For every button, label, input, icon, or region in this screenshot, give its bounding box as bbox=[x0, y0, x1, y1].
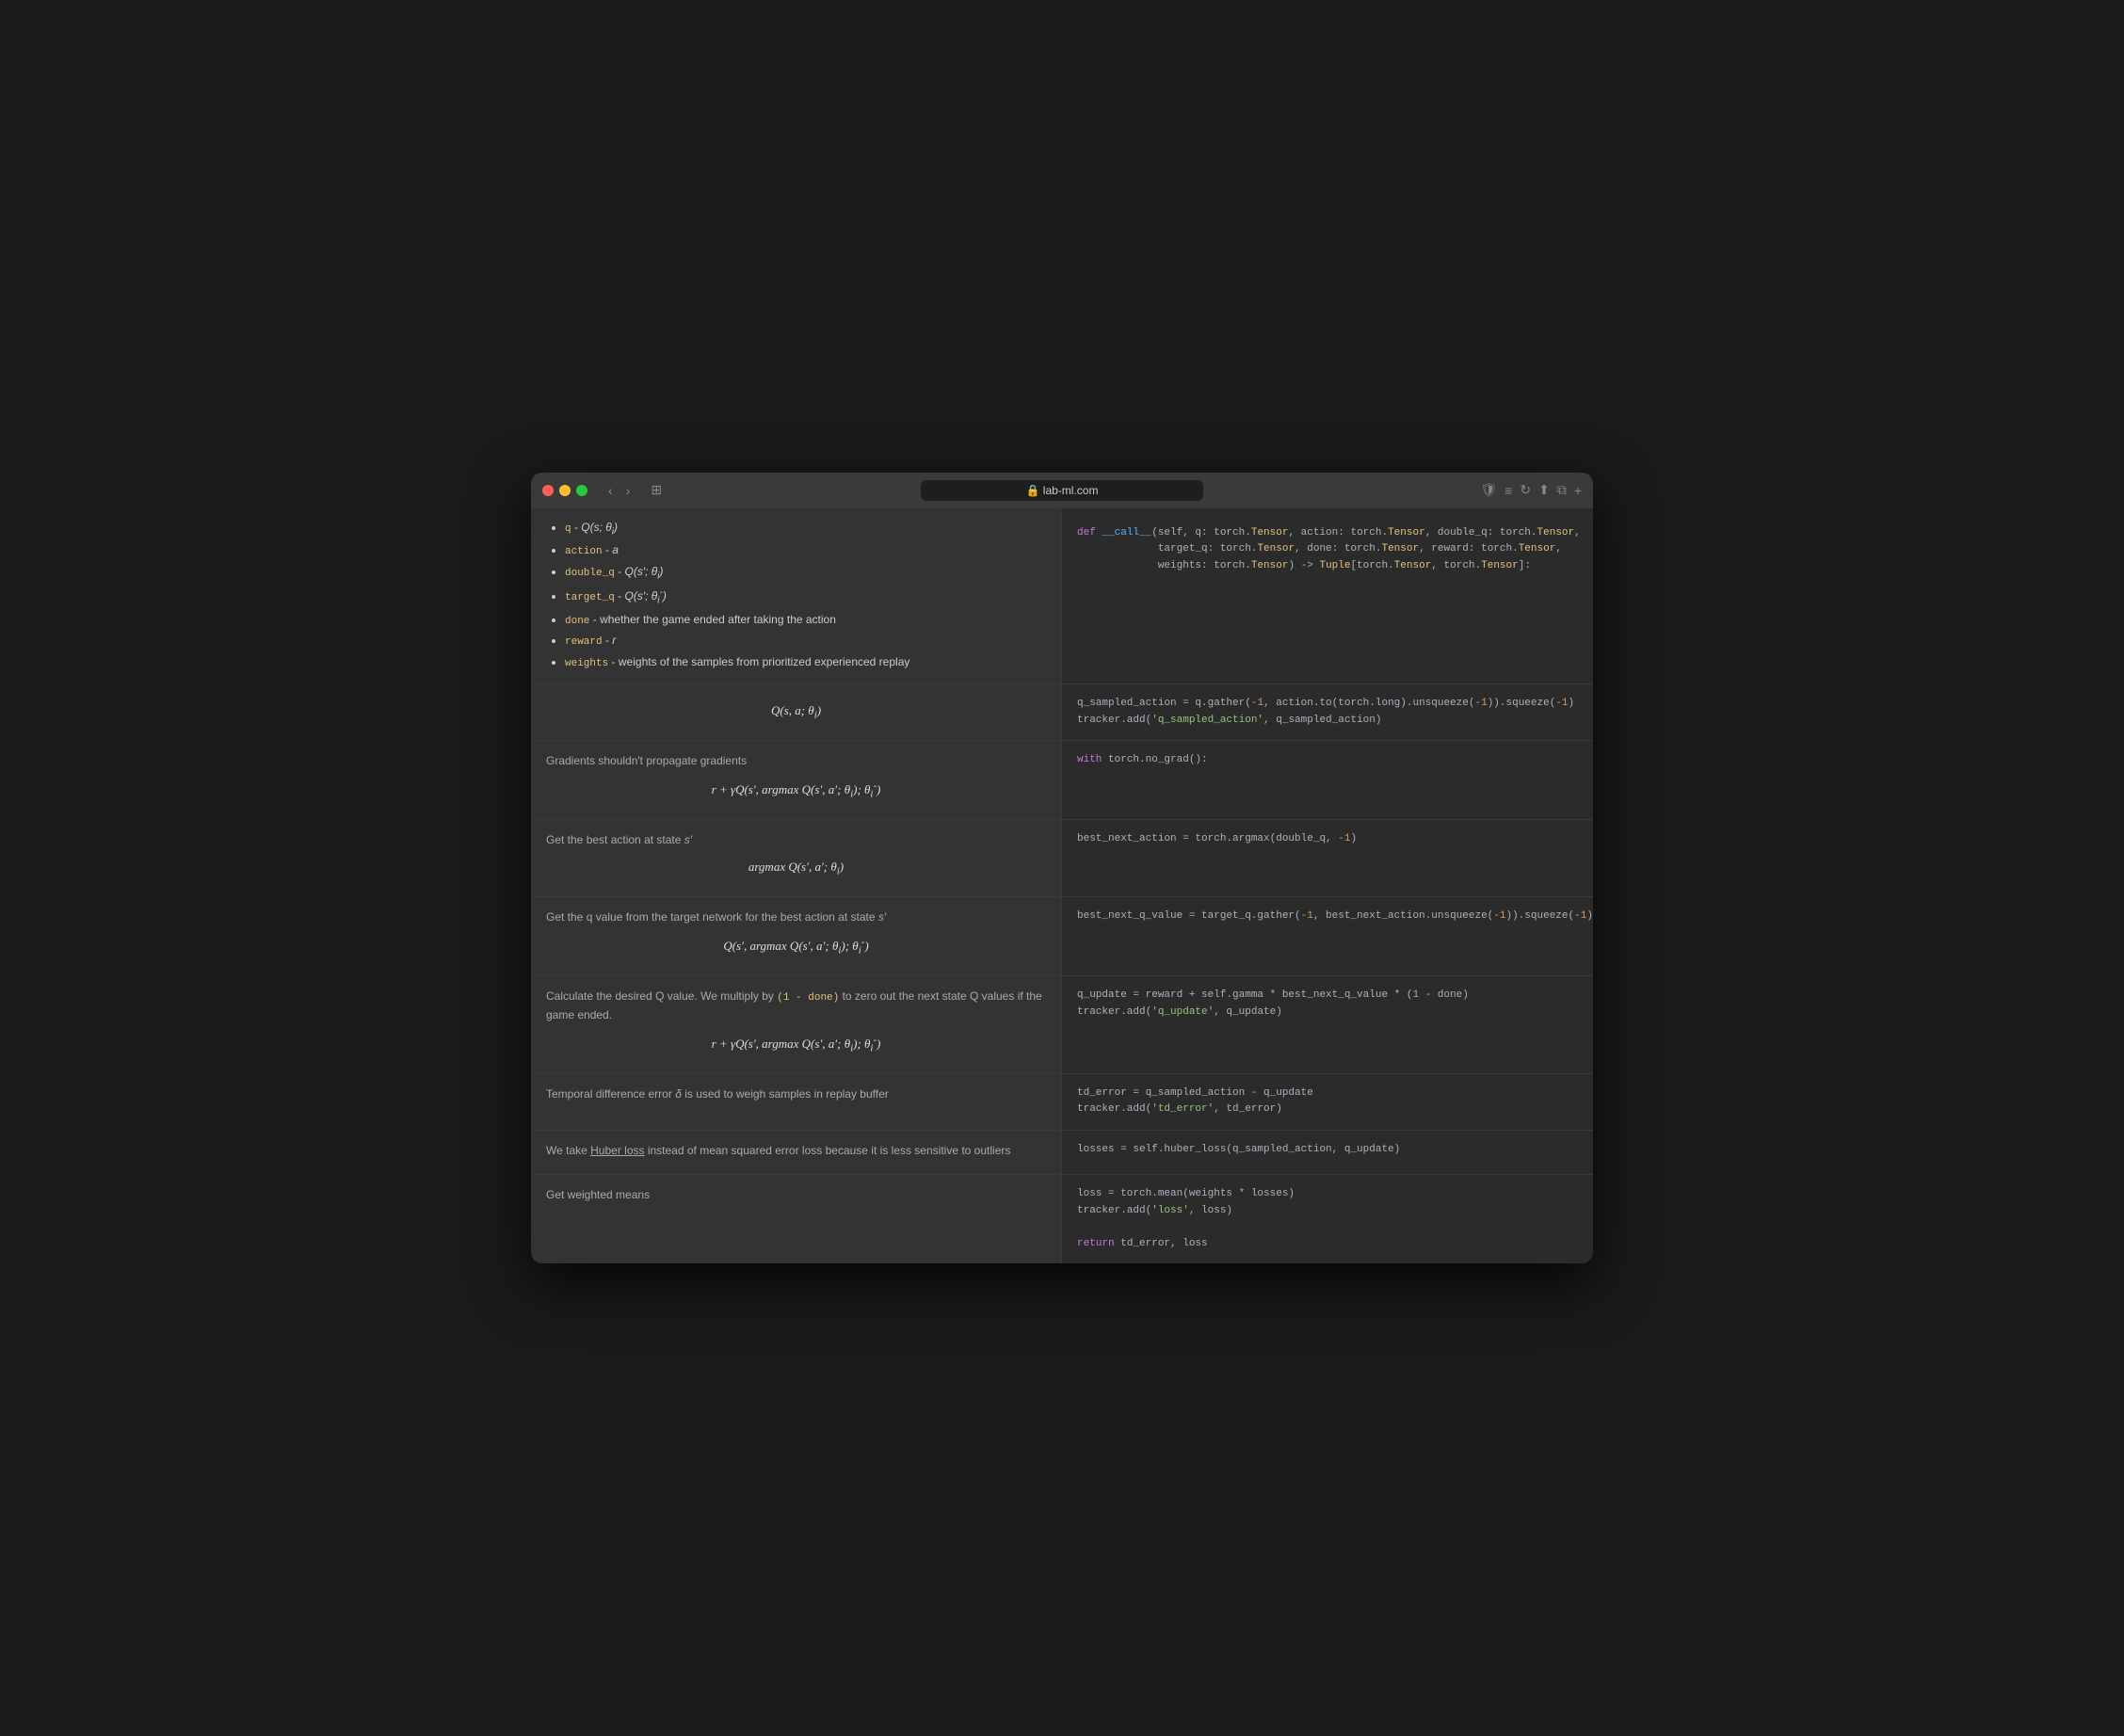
code-line-1: def __call__(self, q: torch.Tensor, acti… bbox=[1077, 525, 1328, 542]
titlebar: ‹ › ⊞ 🛡 ≡ ↻ ⬆ ⧉ + bbox=[531, 473, 1593, 508]
row-q-value-target: Get the q value from the target network … bbox=[531, 897, 1593, 976]
formula-no-grad: r + γQ(s′, argmax Q(s′, a′; θi); θi-) bbox=[546, 773, 1046, 808]
back-button[interactable]: ‹ bbox=[603, 479, 619, 502]
code-best-action-1: best_next_action = torch.argmax(double_q… bbox=[1077, 831, 1578, 848]
row-q-sample: Q(s, a; θi) q_sampled_action = q.gather(… bbox=[531, 684, 1593, 741]
explanation-q-update: Calculate the desired Q value. We multip… bbox=[531, 976, 1062, 1073]
menu-icon[interactable]: ≡ bbox=[1504, 483, 1512, 498]
forward-button[interactable]: › bbox=[620, 479, 636, 502]
code-q-value-target: best_next_q_value = target_q.gather(-1, … bbox=[1062, 897, 1593, 975]
close-button[interactable] bbox=[542, 485, 554, 496]
code-q-sample-2: tracker.add('q_sampled_action', q_sample… bbox=[1077, 713, 1578, 730]
code-best-action: best_next_action = torch.argmax(double_q… bbox=[1062, 820, 1593, 896]
row-huber-loss: We take Huber loss instead of mean squar… bbox=[531, 1131, 1593, 1175]
row-no-grad: Gradients shouldn't propagate gradients … bbox=[531, 741, 1593, 820]
explanation-weighted-mean: Get weighted means bbox=[531, 1175, 1062, 1263]
code-q-sample: q_sampled_action = q.gather(-1, action.t… bbox=[1062, 684, 1593, 740]
code-weighted-mean: loss = torch.mean(weights * losses) trac… bbox=[1062, 1175, 1593, 1263]
param-q: q bbox=[565, 523, 571, 535]
bullet-list-panel: q - Q(s; θi) action - a double_q - Q(s′;… bbox=[531, 508, 1062, 683]
list-item-action: action - a bbox=[565, 540, 1046, 562]
formula-q-value-target: Q(s′, argmax Q(s′, a′; θi); θi-) bbox=[546, 929, 1046, 964]
code-td-error-1: td_error = q_sampled_action - q_update bbox=[1077, 1085, 1578, 1102]
list-item-weights: weights - weights of the samples from pr… bbox=[565, 652, 1046, 674]
code-q-update-2: tracker.add('q_update', q_update) bbox=[1077, 1005, 1578, 1021]
list-item-done: done - whether the game ended after taki… bbox=[565, 610, 1046, 632]
call-signature-code: def __call__(self, q: torch.Tensor, acti… bbox=[1077, 518, 1328, 583]
code-line-2: target_q: torch.Tensor, done: torch.Tens… bbox=[1077, 541, 1328, 558]
shield-icon[interactable]: 🛡 bbox=[1480, 482, 1497, 498]
code-q-sample-1: q_sampled_action = q.gather(-1, action.t… bbox=[1077, 696, 1578, 713]
code-td-error: td_error = q_sampled_action - q_update t… bbox=[1062, 1074, 1593, 1130]
list-item-q: q - Q(s; θi) bbox=[565, 518, 1046, 540]
call-signature-panel: def __call__(self, q: torch.Tensor, acti… bbox=[1062, 508, 1593, 683]
top-section: q - Q(s; θi) action - a double_q - Q(s′;… bbox=[531, 508, 1593, 684]
no-grad-title: Gradients shouldn't propagate gradients bbox=[546, 752, 1046, 769]
row-weighted-mean: Get weighted means loss = torch.mean(wei… bbox=[531, 1175, 1593, 1263]
list-item-double-q: double_q - Q(s′; θi) bbox=[565, 562, 1046, 585]
toolbar-right: 🛡 ≡ ↻ ⬆ ⧉ + bbox=[1480, 482, 1582, 498]
explanation-huber-loss: We take Huber loss instead of mean squar… bbox=[531, 1131, 1062, 1174]
list-item-reward: reward - r bbox=[565, 631, 1046, 652]
url-bar bbox=[921, 480, 1203, 501]
weighted-mean-title: Get weighted means bbox=[546, 1186, 1046, 1203]
list-item-target-q: target_q - Q(s′; θi-) bbox=[565, 585, 1046, 609]
tab-icon[interactable]: ⧉ bbox=[1557, 482, 1567, 498]
browser-window: ‹ › ⊞ 🛡 ≡ ↻ ⬆ ⧉ + q - Q(s; θi) action - … bbox=[531, 473, 1593, 1264]
param-weights: weights bbox=[565, 658, 608, 669]
explanation-best-action: Get the best action at state s′ argmax Q… bbox=[531, 820, 1062, 896]
param-target-q: target_q bbox=[565, 592, 615, 603]
row-q-update: Calculate the desired Q value. We multip… bbox=[531, 976, 1593, 1074]
code-q-update: q_update = reward + self.gamma * best_ne… bbox=[1062, 976, 1593, 1073]
explanation-q-sample: Q(s, a; θi) bbox=[531, 684, 1062, 740]
refresh-icon[interactable]: ↻ bbox=[1520, 482, 1531, 498]
parameter-list: q - Q(s; θi) action - a double_q - Q(s′;… bbox=[546, 518, 1046, 674]
code-weighted-mean-3 bbox=[1077, 1219, 1578, 1236]
explanation-no-grad: Gradients shouldn't propagate gradients … bbox=[531, 741, 1062, 819]
code-weighted-mean-4: return td_error, loss bbox=[1077, 1236, 1578, 1253]
explanation-q-value-target: Get the q value from the target network … bbox=[531, 897, 1062, 975]
code-weighted-mean-2: tracker.add('loss', loss) bbox=[1077, 1203, 1578, 1220]
best-action-title: Get the best action at state s′ bbox=[546, 831, 1046, 848]
share-icon[interactable]: ⬆ bbox=[1538, 482, 1550, 498]
param-double-q: double_q bbox=[565, 568, 615, 579]
code-td-error-2: tracker.add('td_error', td_error) bbox=[1077, 1101, 1578, 1118]
row-best-action: Get the best action at state s′ argmax Q… bbox=[531, 820, 1593, 897]
code-huber-loss: losses = self.huber_loss(q_sampled_actio… bbox=[1062, 1131, 1593, 1174]
formula-best-action: argmax Q(s′, a′; θi) bbox=[546, 852, 1046, 885]
code-q-value-target-1: best_next_q_value = target_q.gather(-1, … bbox=[1077, 908, 1578, 925]
sidebar-toggle-button[interactable]: ⊞ bbox=[643, 478, 669, 502]
code-q-update-1: q_update = reward + self.gamma * best_ne… bbox=[1077, 988, 1578, 1005]
td-error-title: Temporal difference error δ is used to w… bbox=[546, 1085, 1046, 1102]
row-td-error: Temporal difference error δ is used to w… bbox=[531, 1074, 1593, 1131]
code-line-3: weights: torch.Tensor) -> Tuple[torch.Te… bbox=[1077, 558, 1328, 575]
code-no-grad-1: with torch.no_grad(): bbox=[1077, 752, 1578, 769]
code-weighted-mean-1: loss = torch.mean(weights * losses) bbox=[1077, 1186, 1578, 1203]
url-input[interactable] bbox=[921, 480, 1203, 501]
code-no-grad: with torch.no_grad(): bbox=[1062, 741, 1593, 819]
add-tab-icon[interactable]: + bbox=[1574, 483, 1582, 498]
param-done: done bbox=[565, 616, 589, 627]
formula-q-update: r + γQ(s′, argmax Q(s′, a′; θi); θi-) bbox=[546, 1027, 1046, 1062]
nav-buttons: ‹ › bbox=[603, 479, 636, 502]
traffic-lights bbox=[542, 485, 587, 496]
maximize-button[interactable] bbox=[576, 485, 587, 496]
param-action: action bbox=[565, 546, 603, 557]
explanation-td-error: Temporal difference error δ is used to w… bbox=[531, 1074, 1062, 1130]
q-update-title: Calculate the desired Q value. We multip… bbox=[546, 988, 1046, 1023]
huber-loss-title: We take Huber loss instead of mean squar… bbox=[546, 1142, 1046, 1159]
code-huber-loss-1: losses = self.huber_loss(q_sampled_actio… bbox=[1077, 1142, 1578, 1159]
q-value-target-title: Get the q value from the target network … bbox=[546, 908, 1046, 925]
minimize-button[interactable] bbox=[559, 485, 571, 496]
main-content: q - Q(s; θi) action - a double_q - Q(s′;… bbox=[531, 508, 1593, 1264]
param-reward: reward bbox=[565, 636, 603, 648]
formula-q-sample: Q(s, a; θi) bbox=[546, 696, 1046, 729]
